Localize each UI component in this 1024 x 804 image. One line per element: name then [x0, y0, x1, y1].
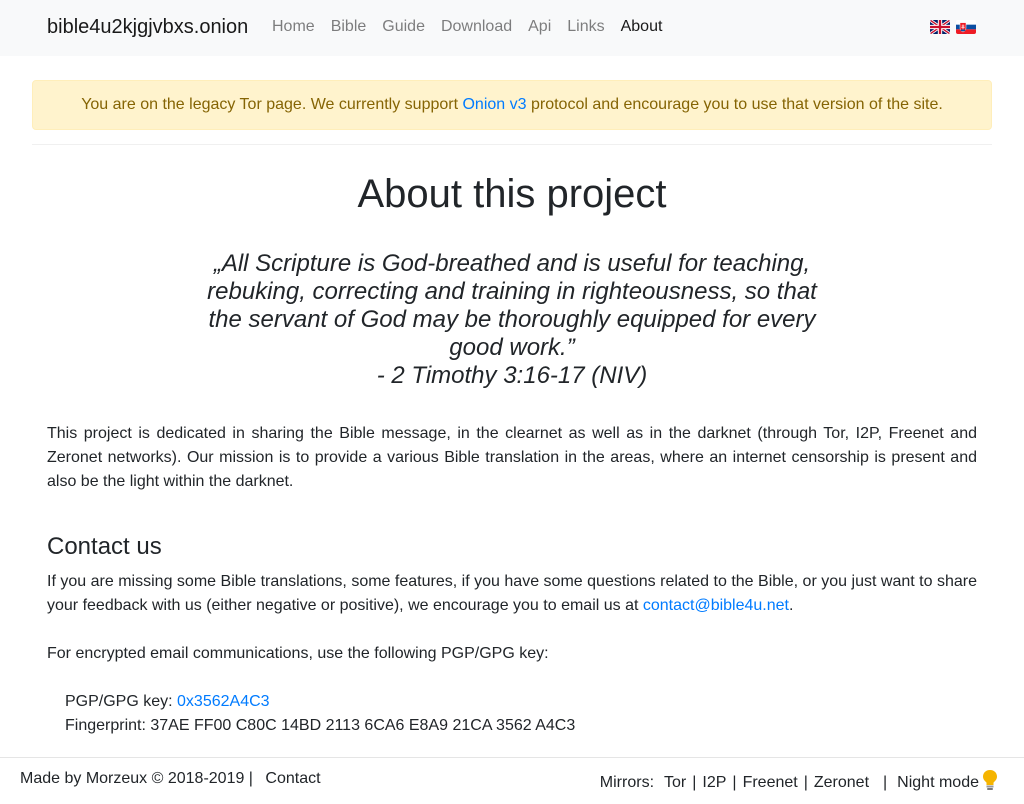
pgp-fingerprint: Fingerprint: 37AE FF00 C80C 14BD 2113 6C…: [65, 717, 576, 734]
uk-flag-icon[interactable]: [930, 20, 950, 34]
footer: Made by Morzeux © 2018-2019 | Contact Mi…: [0, 757, 1024, 804]
footer-made-by: Made by Morzeux © 2018-2019 |: [20, 770, 258, 787]
footer-left: Made by Morzeux © 2018-2019 | Contact: [20, 770, 321, 788]
slovak-flag-icon[interactable]: [956, 20, 976, 34]
alert-text-before: You are on the legacy Tor page. We curre…: [81, 96, 463, 113]
bible-quote: „All Scripture is God-breathed and is us…: [200, 250, 824, 390]
contact-end: .: [789, 597, 794, 614]
nav-link-download[interactable]: Download: [433, 18, 520, 36]
mirrors-label: Mirrors:: [599, 773, 655, 791]
quote-text: „All Scripture is God-breathed and is us…: [207, 250, 817, 361]
mirror-i2p-link[interactable]: I2P: [702, 774, 726, 792]
project-description: This project is dedicated in sharing the…: [47, 425, 977, 490]
language-switcher: [930, 20, 976, 34]
navbar: bible4u2kjgjvbxs.onion Home Bible Guide …: [0, 0, 1024, 56]
mirror-freenet-link[interactable]: Freenet: [743, 774, 798, 792]
pgp-key-link[interactable]: 0x3562A4C3: [177, 693, 270, 710]
onion-v3-link[interactable]: Onion v3: [462, 96, 526, 113]
pgp-key-line: PGP/GPG key: 0x3562A4C3: [65, 690, 575, 714]
pgp-block: PGP/GPG key: 0x3562A4C3 Fingerprint: 37A…: [65, 690, 575, 738]
nav-link-api[interactable]: Api: [520, 18, 559, 36]
site-brand[interactable]: bible4u2kjgjvbxs.onion: [47, 16, 248, 39]
nav-links: Home Bible Guide Download Api Links Abou…: [264, 18, 670, 36]
alert-text-after: protocol and encourage you to use that v…: [526, 96, 943, 113]
quote-reference: - 2 Timothy 3:16-17 (NIV): [376, 362, 648, 389]
nav-link-about[interactable]: About: [613, 18, 671, 36]
contact-heading: Contact us: [47, 533, 162, 560]
divider: [32, 144, 992, 145]
nav-link-bible[interactable]: Bible: [323, 18, 375, 36]
pgp-key-label: PGP/GPG key:: [65, 693, 178, 710]
nav-link-home[interactable]: Home: [264, 18, 323, 36]
page-title: About this project: [357, 172, 667, 216]
lightbulb-icon[interactable]: [982, 769, 998, 796]
night-mode-toggle[interactable]: Night mode: [897, 774, 979, 792]
mirror-zeronet-link[interactable]: Zeronet: [814, 774, 869, 792]
footer-contact-link[interactable]: Contact: [265, 770, 320, 787]
footer-right: Mirrors: Tor | I2P | Freenet | Zeronet | Ni…: [600, 769, 998, 796]
contact-text: If you are missing some Bible translatio…: [47, 570, 977, 618]
contact-body: If you are missing some Bible translatio…: [47, 573, 977, 614]
mirror-tor-link[interactable]: Tor: [664, 774, 686, 792]
contact-email-link[interactable]: contact@bible4u.net: [643, 597, 789, 614]
nav-link-guide[interactable]: Guide: [374, 18, 433, 36]
legacy-tor-alert: You are on the legacy Tor page. We curre…: [32, 80, 992, 130]
pgp-intro: For encrypted email communications, use …: [47, 645, 549, 662]
nav-link-links[interactable]: Links: [559, 18, 612, 36]
